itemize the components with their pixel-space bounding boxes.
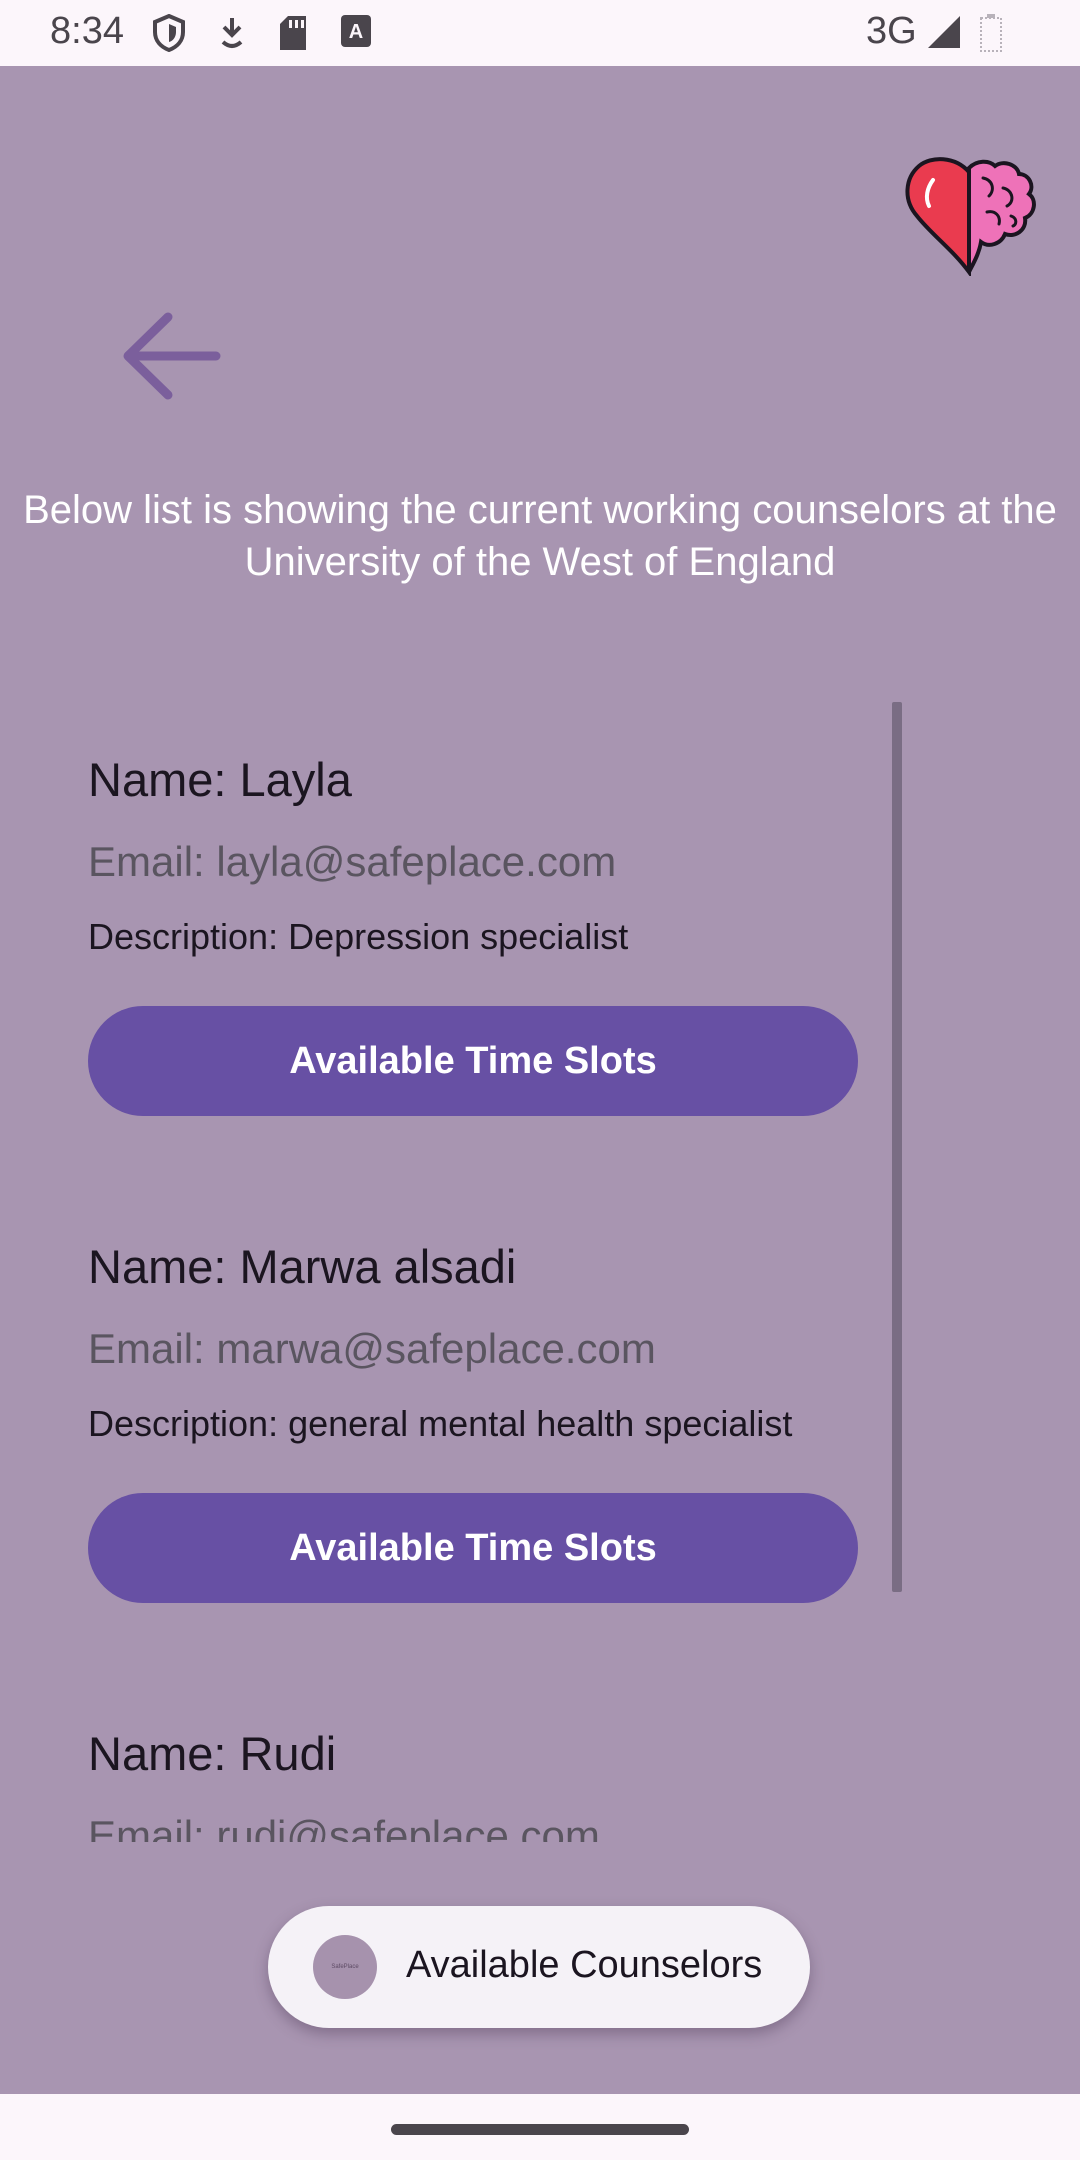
intro-text: Below list is showing the current workin… — [23, 488, 1057, 584]
counselor-email: Email: layla@safeplace.com — [88, 838, 617, 885]
counselor-description: Description: general mental health speci… — [88, 1403, 793, 1444]
scrollbar[interactable] — [892, 702, 902, 1592]
status-bar: 8:34 A 3G — [0, 0, 1080, 66]
svg-text:A: A — [349, 21, 363, 43]
keyboard-a-icon: A — [340, 14, 372, 53]
home-gesture-handle[interactable] — [391, 2124, 689, 2135]
counselor-list[interactable]: Name: Layla Email: layla@safeplace.com D… — [0, 702, 1080, 1842]
back-button[interactable] — [116, 301, 226, 411]
counselor-email: Email: rudi@safeplace.com — [88, 1812, 600, 1842]
fab-label: Available Counselors — [406, 1944, 763, 1986]
available-counselors-fab[interactable]: SafePlace Available Counselors — [268, 1906, 810, 2028]
status-time: 8:34 — [50, 10, 124, 52]
counselor-name: Name: Marwa alsadi — [88, 1240, 517, 1293]
counselor-description: Description: Depression specialist — [88, 916, 629, 957]
arrow-back-icon — [123, 312, 221, 400]
counselor-name: Name: Layla — [88, 753, 352, 806]
navigation-bar — [0, 2094, 1080, 2160]
available-time-slots-button[interactable]: Available Time Slots — [88, 1493, 858, 1603]
heart-brain-logo — [903, 154, 1038, 281]
battery-icon — [980, 14, 1002, 57]
available-time-slots-button[interactable]: Available Time Slots — [88, 1006, 858, 1116]
sd-card-icon — [278, 14, 308, 57]
app-avatar-icon: SafePlace — [313, 1935, 377, 1999]
shield-icon — [152, 13, 186, 57]
counselor-name: Name: Rudi — [88, 1727, 337, 1780]
counselors-screen: Below list is showing the current workin… — [0, 66, 1080, 2094]
network-type: 3G — [866, 10, 917, 52]
counselor-email: Email: marwa@safeplace.com — [88, 1325, 656, 1372]
download-icon — [218, 14, 246, 57]
signal-icon — [926, 14, 962, 55]
